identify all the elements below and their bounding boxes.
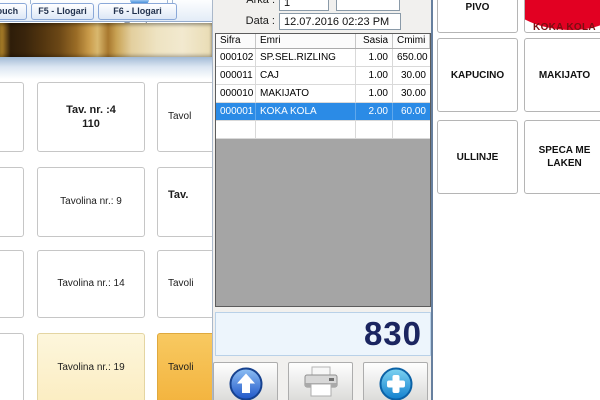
pos-window: Touch F5 - Llogari F6 - Llogari Touch Ta… [0, 0, 600, 400]
date-input[interactable] [279, 13, 401, 30]
grid-header-row: Sifra Emri Sasia Cmimi [216, 34, 430, 49]
product-button-ullinje[interactable]: ULLINJE [437, 120, 518, 194]
cell-sifra: 000010 [216, 85, 256, 102]
add-button[interactable] [363, 362, 428, 400]
table-button-label: Tavolina nr.: 14 [57, 277, 124, 291]
print-button[interactable] [288, 362, 353, 400]
cell-emri: CAJ [256, 67, 356, 84]
date-label: Data : [229, 15, 275, 27]
grid-row[interactable]: 000011 CAJ 1.00 30.00 [216, 67, 430, 85]
table-button-14[interactable]: Tavolina nr.: 14 [37, 250, 145, 318]
table-button-9[interactable]: Tavolina nr.: 9 [37, 167, 145, 237]
plus-icon [378, 366, 414, 400]
cell-cmimi: 650.00 [393, 49, 430, 66]
table-button-clipped[interactable]: Tavoli [157, 333, 212, 400]
cell-sasia: 2.00 [356, 103, 393, 120]
product-button-makijato[interactable]: MAKIJATO [524, 38, 600, 112]
arka-label: Arka : [229, 0, 275, 6]
grid-empty-row [216, 121, 430, 139]
cell-sasia: 1.00 [356, 85, 393, 102]
table-button-label: Tavol [168, 110, 191, 124]
arka-input[interactable] [279, 0, 329, 11]
cell-sifra: 000011 [216, 67, 256, 84]
panel-header-shade [0, 57, 212, 79]
cell-emri: SP.SEL.RIZLING [256, 49, 356, 66]
table-button-partial[interactable] [0, 167, 24, 237]
products-panel: SKOPSKO PIVO Coca-Cola KOKA KOLA KAPUCIN… [433, 0, 600, 400]
table-button-clipped[interactable]: Tavoli [157, 250, 212, 318]
table-button-label: Tav. [168, 188, 188, 202]
table-button-4[interactable]: Tav. nr. :4 110 [37, 82, 145, 152]
table-button-clipped[interactable]: Tavol [157, 82, 212, 152]
product-button-speca-me-laken[interactable]: SPECA ME LAKEN [524, 120, 600, 194]
cell-sasia: 1.00 [356, 49, 393, 66]
receipt-grid: Sifra Emri Sasia Cmimi 000102 SP.SEL.RIZ… [215, 33, 431, 307]
grid-row[interactable]: 000102 SP.SEL.RIZLING 1.00 650.00 [216, 49, 430, 67]
table-button-partial[interactable] [0, 250, 24, 318]
table-button-19[interactable]: Tavolina nr.: 19 [37, 333, 145, 400]
column-header-sifra: Sifra [216, 34, 256, 48]
table-button-label: Tavoli [168, 277, 194, 291]
column-header-cmimi: Cmimi [393, 34, 430, 48]
grid-row[interactable]: 000010 MAKIJATO 1.00 30.00 [216, 85, 430, 103]
cell-emri: MAKIJATO [256, 85, 356, 102]
tables-panel: Touch F5 - Llogari F6 - Llogari Touch Ta… [0, 0, 212, 400]
product-label: KAPUCINO [451, 69, 504, 82]
total-display: 830 [215, 312, 431, 356]
cell-cmimi: 60.00 [393, 103, 430, 120]
up-arrow-icon [228, 366, 264, 400]
tab-f5-llogari[interactable]: F5 - Llogari [31, 3, 94, 20]
product-button-koka-kola[interactable]: Coca-Cola KOKA KOLA [524, 0, 600, 33]
table-button-label: Tavolina nr.: 19 [57, 361, 124, 375]
table-button-sublabel: 110 [82, 117, 100, 131]
table-button-partial[interactable] [0, 82, 24, 152]
banner-image [0, 23, 212, 57]
product-button-skopsko-pivo[interactable]: SKOPSKO PIVO [437, 0, 518, 33]
toolbar: Touch F5 - Llogari F6 - Llogari Touch [0, 0, 212, 22]
product-label: MAKIJATO [539, 69, 590, 82]
product-label: SKOPSKO PIVO [444, 0, 511, 14]
cell-sasia: 1.00 [356, 67, 393, 84]
printer-icon [301, 366, 341, 400]
cell-cmimi: 30.00 [393, 67, 430, 84]
table-button-label: Tav. nr. :4 [66, 103, 116, 117]
cell-sifra: 000102 [216, 49, 256, 66]
tab-f6-llogari-touch[interactable]: F6 - Llogari Touch [98, 3, 177, 20]
receipt-panel: Arka : Data : Sifra Emri Sasia Cmimi 000… [212, 0, 433, 400]
product-label: SPECA ME LAKEN [531, 144, 598, 170]
tab-touch[interactable]: Touch [0, 3, 27, 20]
table-button-label: Tavoli [168, 361, 194, 375]
column-header-emri: Emri [256, 34, 356, 48]
grid-row-selected[interactable]: 000001 KOKA KOLA 2.00 60.00 [216, 103, 430, 121]
column-header-sasia: Sasia [356, 34, 393, 48]
arka-secondary-input[interactable] [336, 0, 400, 11]
product-label: KOKA KOLA [525, 21, 600, 33]
cell-sifra: 000001 [216, 103, 256, 120]
table-button-label: Tavolina nr.: 9 [60, 195, 122, 209]
product-label: ULLINJE [457, 151, 499, 164]
cell-emri: KOKA KOLA [256, 103, 356, 120]
table-button-clipped[interactable]: Tav. 1 [157, 167, 212, 237]
table-button-partial[interactable] [0, 333, 24, 400]
total-value: 830 [364, 315, 422, 353]
product-button-kapucino[interactable]: KAPUCINO [437, 38, 518, 112]
send-up-button[interactable] [213, 362, 278, 400]
cell-cmimi: 30.00 [393, 85, 430, 102]
